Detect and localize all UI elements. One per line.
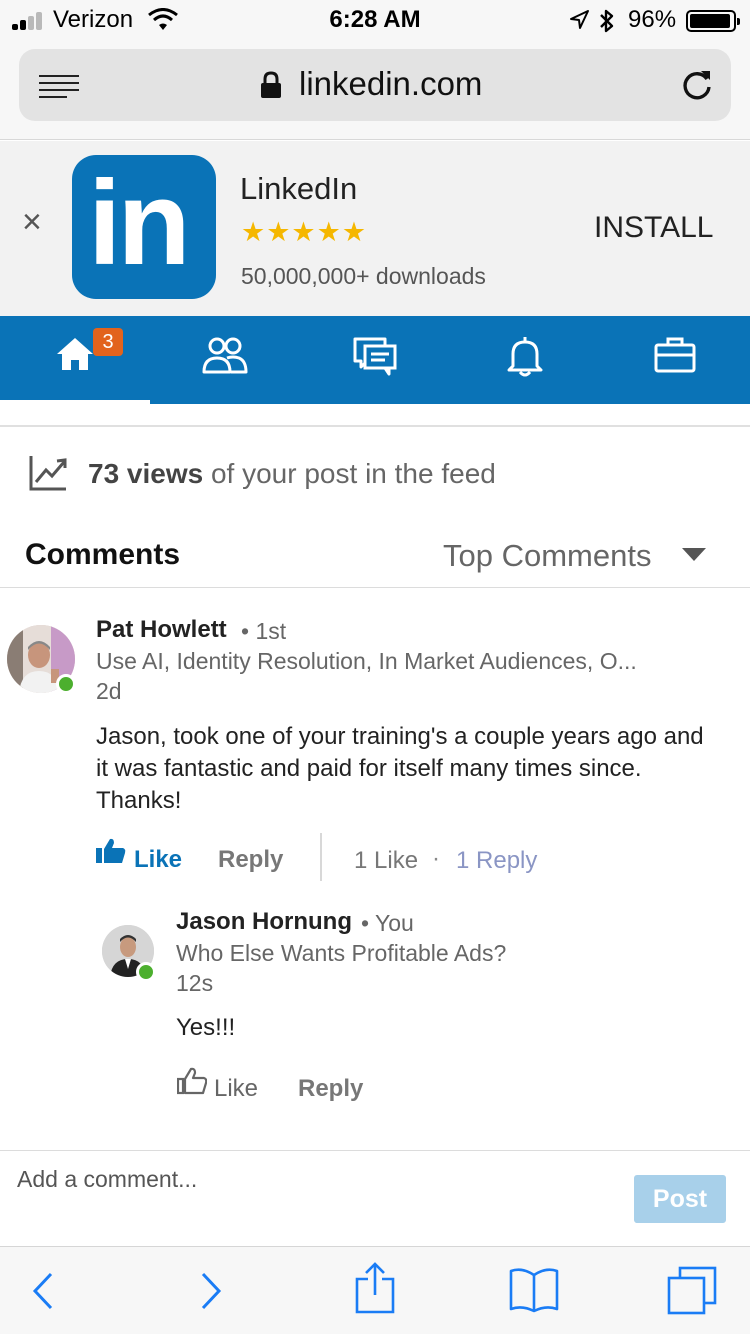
- rating-stars: ★★★★★: [241, 217, 368, 247]
- comment-timestamp: 12s: [176, 970, 214, 996]
- views-count: 73 views: [88, 458, 204, 489]
- notifications-icon: [507, 337, 543, 377]
- replies-count[interactable]: 1 Reply: [456, 847, 537, 875]
- status-bar: Verizon 6:28 AM 96%: [0, 0, 750, 40]
- my-network-icon: [202, 337, 248, 374]
- caret-down-icon[interactable]: [682, 548, 706, 561]
- nav-home[interactable]: 3: [0, 316, 150, 404]
- address-bar[interactable]: linkedin.com: [19, 49, 731, 121]
- nav-my-network[interactable]: [150, 316, 300, 404]
- nav-messaging[interactable]: [300, 316, 450, 404]
- home-notification-badge: 3: [93, 328, 123, 356]
- post-comment-button[interactable]: Post: [634, 1175, 726, 1223]
- add-comment-input[interactable]: Add a comment...: [17, 1166, 197, 1193]
- online-status-indicator: [56, 674, 76, 694]
- linkedin-nav-bar: 3: [0, 316, 750, 404]
- home-icon: [57, 338, 93, 370]
- like-button[interactable]: Like: [214, 1075, 258, 1103]
- like-thumbs-up-outline-icon[interactable]: [177, 1066, 207, 1096]
- browser-address-area: linkedin.com: [0, 40, 750, 140]
- nav-notifications[interactable]: [450, 316, 600, 404]
- commenter-name[interactable]: Jason Hornung: [176, 908, 352, 936]
- commenter-headline: Who Else Wants Profitable Ads?: [176, 940, 507, 966]
- app-name: LinkedIn: [240, 171, 358, 206]
- reply-button[interactable]: Reply: [218, 846, 283, 874]
- action-separator: [320, 833, 322, 881]
- reply-button[interactable]: Reply: [298, 1075, 363, 1103]
- nav-jobs[interactable]: [600, 316, 750, 404]
- messaging-icon: [353, 337, 397, 376]
- post-views-row[interactable]: 73 views of your post in the feed: [0, 430, 750, 520]
- post-views-text: 73 views of your post in the feed: [88, 458, 496, 490]
- reload-icon[interactable]: [679, 67, 715, 103]
- likes-count[interactable]: 1 Like: [354, 847, 418, 875]
- close-banner-button[interactable]: ×: [22, 203, 42, 242]
- connection-degree: • 1st: [241, 618, 287, 644]
- url-text: linkedin.com: [299, 65, 483, 102]
- comment-timestamp: 2d: [96, 678, 122, 704]
- linkedin-app-logo: in: [72, 155, 216, 299]
- app-install-banner: × in LinkedIn ★★★★★ 50,000,000+ download…: [0, 141, 750, 316]
- comment-body: Yes!!!: [176, 1014, 236, 1041]
- jobs-icon: [654, 337, 696, 373]
- commenter-name[interactable]: Pat Howlett: [96, 616, 227, 644]
- views-description: of your post in the feed: [203, 458, 496, 489]
- back-arrow-icon[interactable]: [30, 1271, 56, 1311]
- share-icon[interactable]: [354, 1261, 396, 1315]
- reader-view-icon[interactable]: [39, 75, 79, 98]
- sort-comments-dropdown[interactable]: Top Comments: [443, 538, 651, 574]
- middot-separator: ·: [432, 845, 440, 872]
- download-count: 50,000,000+ downloads: [241, 263, 486, 289]
- install-button[interactable]: INSTALL: [594, 211, 714, 245]
- trending-chart-icon: [29, 456, 67, 491]
- like-thumbs-up-filled-icon[interactable]: [96, 836, 126, 866]
- bookmarks-icon[interactable]: [508, 1267, 560, 1313]
- comments-divider: [0, 587, 750, 588]
- comments-heading: Comments: [25, 538, 181, 571]
- online-status-indicator: [136, 962, 156, 982]
- comment-body: Jason, took one of your training's a cou…: [96, 723, 704, 814]
- browser-toolbar: [0, 1246, 750, 1334]
- lock-icon: [261, 71, 281, 98]
- battery-icon: [686, 10, 740, 32]
- connection-degree: • You: [361, 910, 414, 936]
- commenter-headline: Use AI, Identity Resolution, In Market A…: [96, 648, 637, 674]
- location-arrow-icon: [570, 10, 589, 29]
- active-tab-indicator: [0, 400, 150, 404]
- section-divider: [0, 425, 750, 427]
- like-button[interactable]: Like: [134, 846, 182, 874]
- forward-arrow-icon[interactable]: [198, 1271, 224, 1311]
- logo-text: in: [88, 156, 191, 290]
- battery-percent: 96%: [628, 6, 677, 33]
- bluetooth-icon: [600, 9, 614, 33]
- tabs-icon[interactable]: [666, 1265, 718, 1315]
- composer-divider: [0, 1150, 750, 1151]
